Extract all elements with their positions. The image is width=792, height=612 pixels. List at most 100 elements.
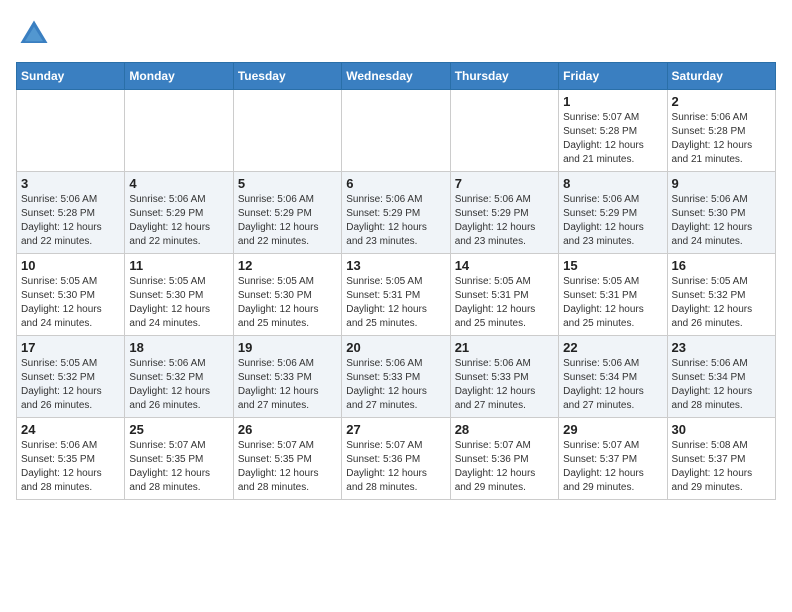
day-info: Sunrise: 5:05 AM Sunset: 5:31 PM Dayligh… bbox=[346, 275, 445, 331]
calendar-cell: 15 Sunrise: 5:05 AM Sunset: 5:31 PM Dayli… bbox=[559, 254, 667, 336]
day-number: 29 bbox=[563, 422, 662, 437]
day-info: Sunrise: 5:06 AM Sunset: 5:33 PM Dayligh… bbox=[346, 357, 445, 413]
day-number: 7 bbox=[455, 176, 554, 191]
day-number: 12 bbox=[238, 258, 337, 273]
calendar-cell: 1 Sunrise: 5:07 AM Sunset: 5:28 PM Daylig… bbox=[559, 90, 667, 172]
day-number: 6 bbox=[346, 176, 445, 191]
day-info: Sunrise: 5:06 AM Sunset: 5:33 PM Dayligh… bbox=[455, 357, 554, 413]
day-number: 9 bbox=[672, 176, 771, 191]
day-info: Sunrise: 5:06 AM Sunset: 5:28 PM Dayligh… bbox=[672, 111, 771, 167]
calendar-cell bbox=[17, 90, 125, 172]
day-info: Sunrise: 5:06 AM Sunset: 5:29 PM Dayligh… bbox=[455, 193, 554, 249]
day-number: 5 bbox=[238, 176, 337, 191]
calendar-cell: 3 Sunrise: 5:06 AM Sunset: 5:28 PM Daylig… bbox=[17, 172, 125, 254]
day-info: Sunrise: 5:08 AM Sunset: 5:37 PM Dayligh… bbox=[672, 439, 771, 495]
day-number: 17 bbox=[21, 340, 120, 355]
day-number: 21 bbox=[455, 340, 554, 355]
day-number: 16 bbox=[672, 258, 771, 273]
calendar-cell: 22Sunrise: 5:06 AM Sunset: 5:34 PM Dayli… bbox=[559, 336, 667, 418]
calendar-header-row: SundayMondayTuesdayWednesdayThursdayFrid… bbox=[17, 63, 776, 90]
logo-icon bbox=[16, 16, 52, 52]
header-sunday: Sunday bbox=[17, 63, 125, 90]
day-info: Sunrise: 5:06 AM Sunset: 5:29 PM Dayligh… bbox=[563, 193, 662, 249]
calendar-cell: 24 Sunrise: 5:06 AM Sunset: 5:35 PM Dayli… bbox=[17, 418, 125, 500]
logo bbox=[16, 16, 56, 52]
day-number: 3 bbox=[21, 176, 120, 191]
day-info: Sunrise: 5:06 AM Sunset: 5:34 PM Dayligh… bbox=[672, 357, 771, 413]
calendar-cell: 10Sunrise: 5:05 AM Sunset: 5:30 PM Dayli… bbox=[17, 254, 125, 336]
header-tuesday: Tuesday bbox=[233, 63, 341, 90]
day-info: Sunrise: 5:06 AM Sunset: 5:30 PM Dayligh… bbox=[672, 193, 771, 249]
day-number: 4 bbox=[129, 176, 228, 191]
calendar-cell: 5 Sunrise: 5:06 AM Sunset: 5:29 PM Daylig… bbox=[233, 172, 341, 254]
calendar-cell: 7 Sunrise: 5:06 AM Sunset: 5:29 PM Daylig… bbox=[450, 172, 558, 254]
day-info: Sunrise: 5:07 AM Sunset: 5:28 PM Dayligh… bbox=[563, 111, 662, 167]
header-thursday: Thursday bbox=[450, 63, 558, 90]
calendar: SundayMondayTuesdayWednesdayThursdayFrid… bbox=[16, 62, 776, 500]
day-info: Sunrise: 5:06 AM Sunset: 5:35 PM Dayligh… bbox=[21, 439, 120, 495]
week-row-1: 3 Sunrise: 5:06 AM Sunset: 5:28 PM Daylig… bbox=[17, 172, 776, 254]
week-row-0: 1 Sunrise: 5:07 AM Sunset: 5:28 PM Daylig… bbox=[17, 90, 776, 172]
day-number: 24 bbox=[21, 422, 120, 437]
day-number: 14 bbox=[455, 258, 554, 273]
calendar-cell: 20 Sunrise: 5:06 AM Sunset: 5:33 PM Dayli… bbox=[342, 336, 450, 418]
calendar-cell: 21 Sunrise: 5:06 AM Sunset: 5:33 PM Dayli… bbox=[450, 336, 558, 418]
day-info: Sunrise: 5:05 AM Sunset: 5:32 PM Dayligh… bbox=[672, 275, 771, 331]
day-info: Sunrise: 5:05 AM Sunset: 5:30 PM Dayligh… bbox=[129, 275, 228, 331]
day-info: Sunrise: 5:06 AM Sunset: 5:29 PM Dayligh… bbox=[129, 193, 228, 249]
day-number: 15 bbox=[563, 258, 662, 273]
day-number: 20 bbox=[346, 340, 445, 355]
calendar-cell: 17Sunrise: 5:05 AM Sunset: 5:32 PM Dayli… bbox=[17, 336, 125, 418]
day-number: 19 bbox=[238, 340, 337, 355]
day-info: Sunrise: 5:05 AM Sunset: 5:31 PM Dayligh… bbox=[563, 275, 662, 331]
calendar-cell: 13 Sunrise: 5:05 AM Sunset: 5:31 PM Dayli… bbox=[342, 254, 450, 336]
calendar-cell: 25Sunrise: 5:07 AM Sunset: 5:35 PM Dayli… bbox=[125, 418, 233, 500]
calendar-cell: 28 Sunrise: 5:07 AM Sunset: 5:36 PM Dayli… bbox=[450, 418, 558, 500]
calendar-cell bbox=[233, 90, 341, 172]
day-info: Sunrise: 5:06 AM Sunset: 5:32 PM Dayligh… bbox=[129, 357, 228, 413]
calendar-cell: 19 Sunrise: 5:06 AM Sunset: 5:33 PM Dayli… bbox=[233, 336, 341, 418]
calendar-cell: 8Sunrise: 5:06 AM Sunset: 5:29 PM Daylig… bbox=[559, 172, 667, 254]
day-number: 28 bbox=[455, 422, 554, 437]
day-number: 1 bbox=[563, 94, 662, 109]
day-info: Sunrise: 5:07 AM Sunset: 5:36 PM Dayligh… bbox=[455, 439, 554, 495]
day-info: Sunrise: 5:07 AM Sunset: 5:35 PM Dayligh… bbox=[238, 439, 337, 495]
calendar-cell: 9 Sunrise: 5:06 AM Sunset: 5:30 PM Daylig… bbox=[667, 172, 775, 254]
day-info: Sunrise: 5:07 AM Sunset: 5:36 PM Dayligh… bbox=[346, 439, 445, 495]
day-number: 13 bbox=[346, 258, 445, 273]
calendar-cell: 29 Sunrise: 5:07 AM Sunset: 5:37 PM Dayli… bbox=[559, 418, 667, 500]
calendar-cell: 30 Sunrise: 5:08 AM Sunset: 5:37 PM Dayli… bbox=[667, 418, 775, 500]
calendar-cell: 11 Sunrise: 5:05 AM Sunset: 5:30 PM Dayli… bbox=[125, 254, 233, 336]
header-wednesday: Wednesday bbox=[342, 63, 450, 90]
calendar-cell: 23 Sunrise: 5:06 AM Sunset: 5:34 PM Dayli… bbox=[667, 336, 775, 418]
day-number: 30 bbox=[672, 422, 771, 437]
calendar-cell: 2 Sunrise: 5:06 AM Sunset: 5:28 PM Daylig… bbox=[667, 90, 775, 172]
week-row-4: 24 Sunrise: 5:06 AM Sunset: 5:35 PM Dayli… bbox=[17, 418, 776, 500]
day-info: Sunrise: 5:06 AM Sunset: 5:29 PM Dayligh… bbox=[238, 193, 337, 249]
day-info: Sunrise: 5:06 AM Sunset: 5:33 PM Dayligh… bbox=[238, 357, 337, 413]
calendar-cell: 26 Sunrise: 5:07 AM Sunset: 5:35 PM Dayli… bbox=[233, 418, 341, 500]
day-number: 27 bbox=[346, 422, 445, 437]
day-info: Sunrise: 5:06 AM Sunset: 5:28 PM Dayligh… bbox=[21, 193, 120, 249]
day-number: 18 bbox=[129, 340, 228, 355]
calendar-cell: 12 Sunrise: 5:05 AM Sunset: 5:30 PM Dayli… bbox=[233, 254, 341, 336]
day-info: Sunrise: 5:05 AM Sunset: 5:31 PM Dayligh… bbox=[455, 275, 554, 331]
header-monday: Monday bbox=[125, 63, 233, 90]
calendar-cell: 27 Sunrise: 5:07 AM Sunset: 5:36 PM Dayli… bbox=[342, 418, 450, 500]
day-number: 26 bbox=[238, 422, 337, 437]
header-saturday: Saturday bbox=[667, 63, 775, 90]
day-info: Sunrise: 5:05 AM Sunset: 5:30 PM Dayligh… bbox=[21, 275, 120, 331]
header bbox=[16, 16, 776, 52]
week-row-3: 17Sunrise: 5:05 AM Sunset: 5:32 PM Dayli… bbox=[17, 336, 776, 418]
week-row-2: 10Sunrise: 5:05 AM Sunset: 5:30 PM Dayli… bbox=[17, 254, 776, 336]
day-number: 22 bbox=[563, 340, 662, 355]
day-info: Sunrise: 5:07 AM Sunset: 5:35 PM Dayligh… bbox=[129, 439, 228, 495]
day-number: 11 bbox=[129, 258, 228, 273]
day-info: Sunrise: 5:05 AM Sunset: 5:30 PM Dayligh… bbox=[238, 275, 337, 331]
day-number: 23 bbox=[672, 340, 771, 355]
day-number: 2 bbox=[672, 94, 771, 109]
day-info: Sunrise: 5:07 AM Sunset: 5:37 PM Dayligh… bbox=[563, 439, 662, 495]
calendar-cell bbox=[342, 90, 450, 172]
calendar-cell: 16 Sunrise: 5:05 AM Sunset: 5:32 PM Dayli… bbox=[667, 254, 775, 336]
calendar-cell bbox=[450, 90, 558, 172]
